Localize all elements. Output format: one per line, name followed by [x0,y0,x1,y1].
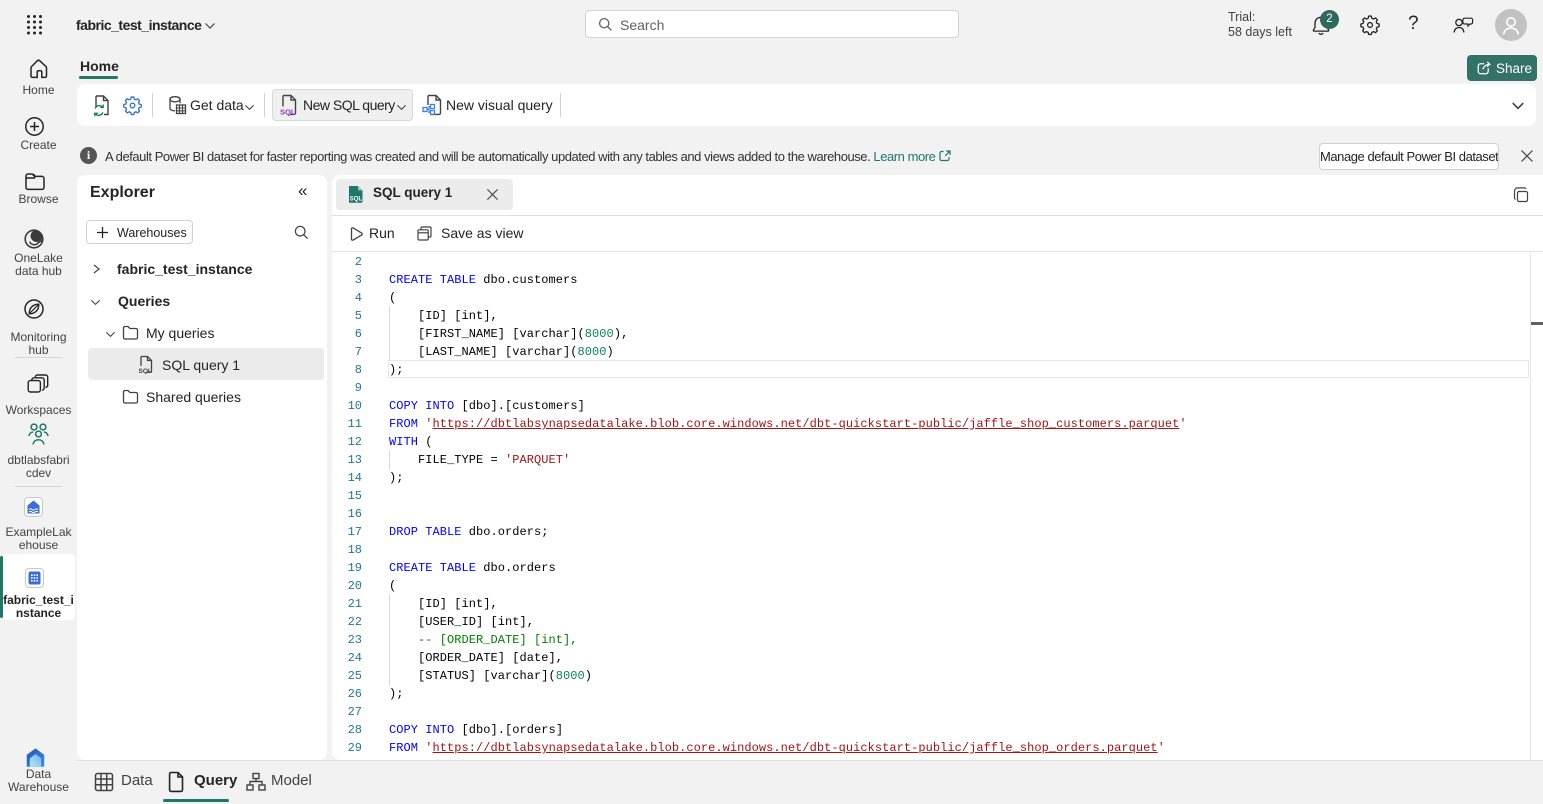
svg-text:SQL: SQL [280,108,296,117]
svg-text:SQL: SQL [139,368,152,374]
svg-text:SQL: SQL [350,197,363,203]
